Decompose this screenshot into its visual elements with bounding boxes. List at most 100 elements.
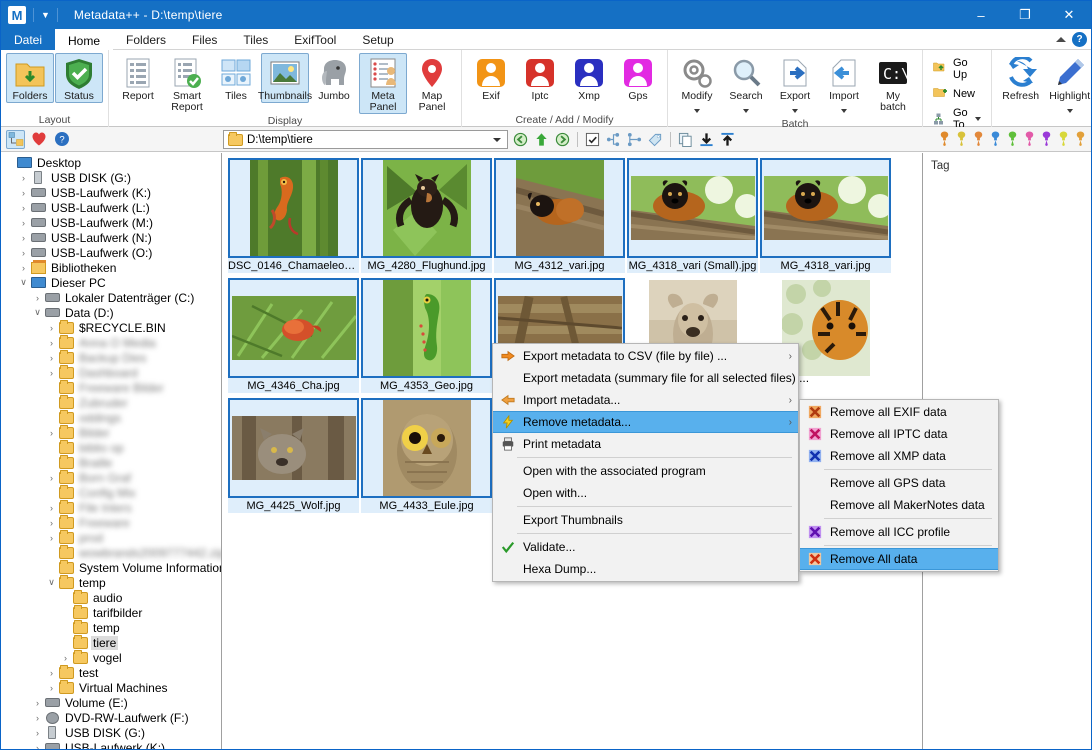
expander-icon[interactable]: › (45, 336, 58, 349)
ribbon-button-refresh[interactable]: Refresh (997, 53, 1045, 103)
expander-icon[interactable]: › (31, 291, 44, 304)
tree-item-virtual-machines[interactable]: › Virtual Machines (1, 679, 221, 695)
maximize-button[interactable]: ❐ (1003, 1, 1047, 29)
expander-icon[interactable]: › (31, 741, 44, 750)
ribbon-button-exif[interactable]: Exif (467, 53, 515, 103)
menu-item-validate[interactable]: Validate... (493, 536, 798, 558)
favorites-heart-icon[interactable] (29, 130, 48, 149)
expander-icon[interactable] (45, 546, 58, 559)
tree-item-usb-disk-g-[interactable]: › USB DISK (G:) (1, 725, 221, 740)
submenu-item-remove-all-icc-profile[interactable]: Remove all ICC profile (800, 521, 998, 543)
ribbon-button-map-panel[interactable]: Map Panel (408, 53, 456, 114)
download-icon[interactable] (697, 130, 716, 149)
expander-icon[interactable]: ∨ (17, 276, 30, 289)
expander-icon[interactable] (45, 486, 58, 499)
tree-item-temp[interactable]: temp (1, 619, 221, 635)
expander-icon[interactable]: › (31, 696, 44, 709)
pin-icon-4[interactable] (1006, 131, 1019, 149)
submenu-item-remove-all-iptc-data[interactable]: Remove all IPTC data (800, 423, 998, 445)
ribbon-button-iptc[interactable]: Iptc (516, 53, 564, 103)
tree-item-tarifbilder[interactable]: tarifbilder (1, 604, 221, 620)
expander-icon[interactable]: › (45, 321, 58, 334)
folder-tree[interactable]: Desktop › USB DISK (G:) › USB-Laufwerk (K:) ›… (1, 153, 222, 749)
tree-item-freeware-bilder[interactable]: Freeware Bilder (1, 379, 221, 395)
expander-icon[interactable]: › (17, 186, 30, 199)
expander-icon[interactable]: › (31, 726, 44, 739)
tree-item-born-graf[interactable]: › Born Graf (1, 469, 221, 485)
expander-icon[interactable] (45, 561, 58, 574)
help-info-icon[interactable]: ? (52, 130, 71, 149)
ribbon-item-new[interactable]: New (928, 84, 986, 104)
ribbon-button-search[interactable]: Search (722, 53, 770, 117)
expander-icon[interactable] (59, 606, 72, 619)
expander-icon[interactable] (45, 456, 58, 469)
menu-item-export-thumbnails[interactable]: Export Thumbnails (493, 509, 798, 531)
ribbon-button-modify[interactable]: Modify (673, 53, 721, 117)
tree-item-test[interactable]: › test (1, 664, 221, 680)
tree-item-dieser-pc[interactable]: ∨ Dieser PC (1, 275, 221, 290)
menu-item-remove-metadata[interactable]: Remove metadata... › (493, 411, 798, 433)
dropdown-arrow-icon[interactable] (792, 102, 798, 116)
ribbon-button-tiles[interactable]: Tiles (212, 53, 260, 103)
pin-icon-0[interactable] (938, 131, 951, 149)
tree-item-usb-laufwerk-n-[interactable]: › USB-Laufwerk (N:) (1, 230, 221, 245)
expander-icon[interactable] (59, 636, 72, 649)
tree-item-usb-laufwerk-m-[interactable]: › USB-Laufwerk (M:) (1, 215, 221, 230)
expander-icon[interactable]: › (45, 351, 58, 364)
expander-icon[interactable]: › (17, 201, 30, 214)
thumbnail-item[interactable]: MG_4318_vari (Small).jpg (627, 153, 758, 273)
menu-tab-files[interactable]: Files (179, 29, 230, 50)
thumbnail-item[interactable]: MG_4433_Eule.jpg (361, 393, 492, 513)
expander-icon[interactable]: › (17, 216, 30, 229)
expander-icon[interactable] (45, 381, 58, 394)
expander-icon[interactable] (59, 591, 72, 604)
tree-item-vogel[interactable]: › vogel (1, 649, 221, 665)
ribbon-button-report[interactable]: Report (114, 53, 162, 103)
tree-item-usb-laufwerk-k-[interactable]: › USB-Laufwerk (K:) (1, 740, 221, 749)
tree-item--recycle-bin[interactable]: › $RECYCLE.BIN (1, 319, 221, 335)
remove-metadata-submenu[interactable]: Remove all EXIF data Remove all IPTC data… (799, 399, 999, 572)
dropdown-arrow-icon[interactable] (974, 117, 981, 121)
pin-icon-1[interactable] (955, 131, 968, 149)
expander-icon[interactable]: › (59, 651, 72, 664)
tree-item-system-volume-information[interactable]: System Volume Information (1, 559, 221, 575)
expander-icon[interactable]: ∨ (31, 306, 44, 319)
expander-icon[interactable] (45, 441, 58, 454)
ribbon-button-thumbnails[interactable]: Thumbnails (258, 53, 312, 103)
thumbnail-item[interactable]: MG_4353_Geo.jpg (361, 273, 492, 393)
up-icon[interactable] (532, 130, 551, 149)
tree-item-usb-laufwerk-l-[interactable]: › USB-Laufwerk (L:) (1, 200, 221, 215)
submenu-item-remove-all-gps-data[interactable]: Remove all GPS data (800, 472, 998, 494)
thumbnail-item[interactable]: MG_4318_vari.jpg (760, 153, 891, 273)
tree-item-usb-disk-g-[interactable]: › USB DISK (G:) (1, 170, 221, 185)
expander-icon[interactable]: ∨ (45, 576, 58, 589)
quick-access-dropdown-icon[interactable]: ▼ (41, 10, 50, 20)
menu-tab-folders[interactable]: Folders (113, 29, 179, 50)
minimize-button[interactable]: – (959, 1, 1003, 29)
pin-icon-7[interactable] (1057, 131, 1070, 149)
submenu-item-remove-all-makernotes-data[interactable]: Remove all MakerNotes data (800, 494, 998, 516)
pin-icon-6[interactable] (1040, 131, 1053, 149)
expand-tree-icon[interactable] (604, 130, 623, 149)
menu-tab-home[interactable]: Home (55, 29, 114, 50)
pin-icon-3[interactable] (989, 131, 1002, 149)
back-icon[interactable] (511, 130, 530, 149)
dropdown-arrow-icon[interactable] (841, 102, 847, 116)
menu-item-import-metadata[interactable]: Import metadata... › (493, 389, 798, 411)
menu-tab-setup[interactable]: Setup (349, 29, 406, 50)
tree-item-data-d-[interactable]: ∨ Data (D:) (1, 305, 221, 320)
menu-item-print-metadata[interactable]: Print metadata (493, 433, 798, 455)
tree-item-backup-dies[interactable]: › Backup Dies (1, 349, 221, 365)
submenu-item-remove-all-data[interactable]: Remove All data (800, 548, 998, 570)
menu-item-export-metadata-summary-file-for-all-selected-files[interactable]: Export metadata (summary file for all se… (493, 367, 809, 389)
expander-icon[interactable] (59, 621, 72, 634)
expander-icon[interactable]: › (45, 681, 58, 694)
address-input[interactable]: D:\temp\tiere (223, 130, 508, 149)
context-menu[interactable]: Export metadata to CSV (file by file) ..… (492, 343, 809, 582)
dropdown-arrow-icon[interactable] (743, 102, 749, 116)
thumbnail-item[interactable]: MG_4312_vari.jpg (494, 153, 625, 273)
expander-icon[interactable] (45, 411, 58, 424)
tree-item-wowbrands2009777442-zip[interactable]: wowbrands2009777442.zip (1, 544, 221, 560)
menu-tab-exiftool[interactable]: ExifTool (281, 29, 349, 50)
expander-icon[interactable] (3, 156, 16, 169)
